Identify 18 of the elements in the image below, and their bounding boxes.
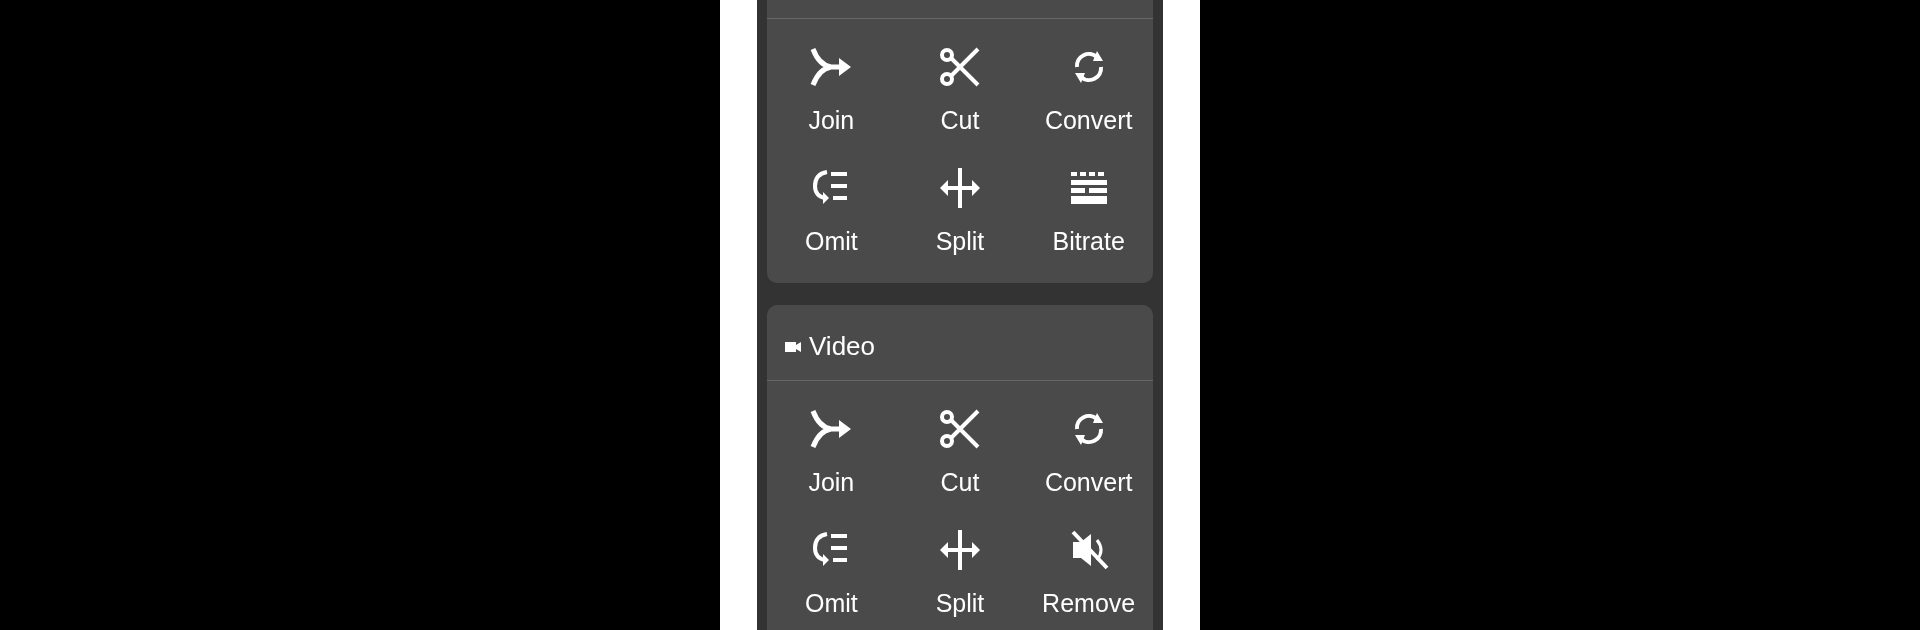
tool-button[interactable]: Split	[895, 502, 1025, 623]
tool-button[interactable]: Omit	[767, 140, 896, 261]
tool-button[interactable]: Bitrate	[1024, 140, 1153, 261]
tool-button[interactable]: Join	[767, 19, 896, 140]
video-camera-icon	[785, 340, 801, 353]
tool-button[interactable]: Convert	[1024, 381, 1153, 502]
scissors-icon	[938, 407, 982, 451]
section-title: Video	[809, 331, 876, 362]
tool-button[interactable]: Cut	[895, 19, 1025, 140]
tool-button[interactable]: Omit	[767, 502, 896, 623]
tool-button[interactable]: Cut	[895, 381, 1025, 502]
tool-button[interactable]: Split	[895, 140, 1025, 261]
split-arrows-icon	[938, 528, 982, 572]
scissors-icon	[938, 45, 982, 89]
split-arrows-icon	[938, 166, 982, 210]
tool-button[interactable]: Join	[767, 381, 896, 502]
tool-button[interactable]: Convert	[1024, 19, 1153, 140]
tool-button[interactable]: Remove	[1024, 502, 1153, 623]
